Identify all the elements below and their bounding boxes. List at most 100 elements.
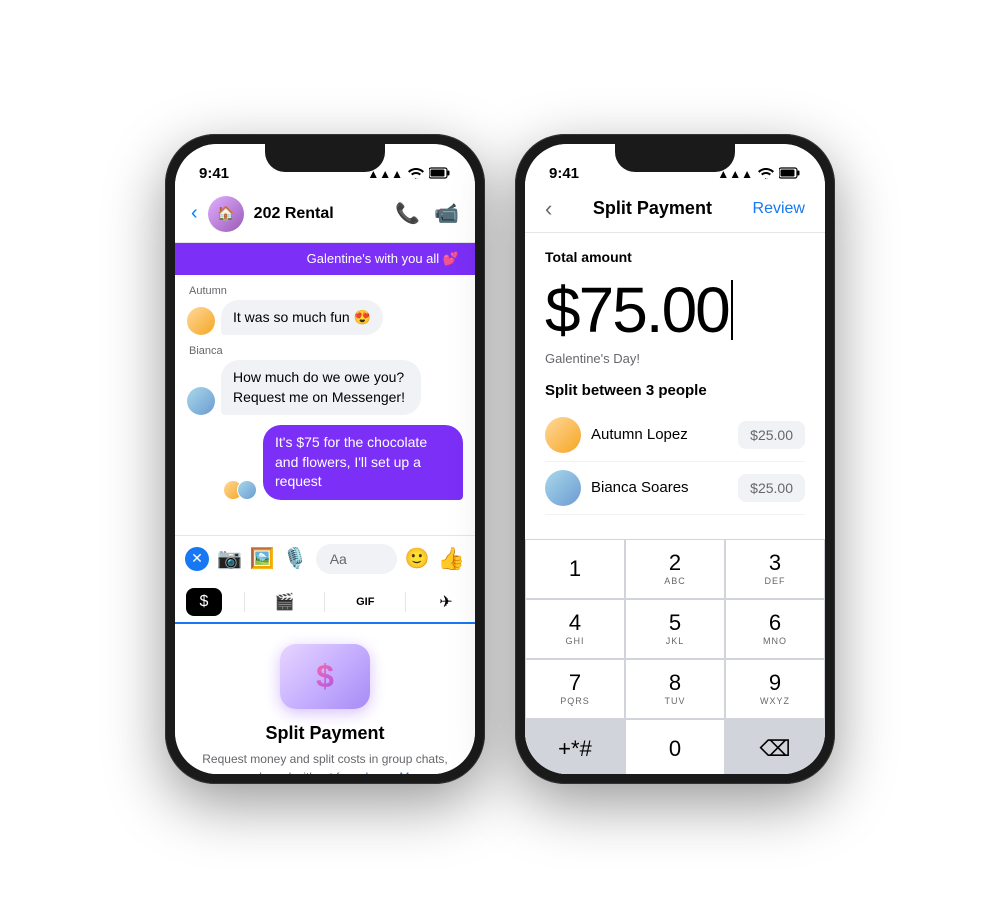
numpad-key-main: 3 <box>769 552 781 574</box>
toolbar-video-icon[interactable]: 🎬 <box>267 588 303 616</box>
bianca-sender-label: Bianca <box>189 345 463 357</box>
phone-split-payment: 9:41 ▲▲▲ ‹ Split Payment Review <box>515 134 835 784</box>
numpad-key-sub: JKL <box>666 636 685 646</box>
autumn-sender-label: Autumn <box>189 285 463 297</box>
numpad-key-main: 6 <box>769 612 781 634</box>
numpad-row: 1 2ABC3DEF <box>525 539 825 599</box>
numpad-key-3[interactable]: 3DEF <box>725 539 825 599</box>
feature-card: $ Split Payment Request money and split … <box>175 624 475 774</box>
learn-more-link[interactable]: Learn More <box>365 770 426 774</box>
bianca-avatar <box>187 387 215 415</box>
messenger-header-left: ‹ 🏠 202 Rental <box>191 196 334 232</box>
status-time-1: 9:41 <box>199 165 229 182</box>
amount-value: $75.00 <box>545 273 729 347</box>
bianca-split-avatar <box>545 470 581 506</box>
phone-messenger: 9:41 ▲▲▲ ‹ 🏠 202 Rental <box>165 134 485 784</box>
autumn-msg-group: Autumn It was so much fun 😍 <box>187 285 463 336</box>
toolbar-divider-3 <box>405 592 406 612</box>
numpad-key-main: 9 <box>769 672 781 694</box>
numpad-key-5[interactable]: 5JKL <box>625 599 725 659</box>
numpad-key-0[interactable]: 0 <box>625 719 725 774</box>
toolbar-gif-icon[interactable]: GIF <box>347 588 383 616</box>
contact-avatar: 🏠 <box>208 196 244 232</box>
notch-2 <box>615 144 735 172</box>
numpad-key-2[interactable]: 2ABC <box>625 539 725 599</box>
numpad-key-+*#[interactable]: +*# <box>525 719 625 774</box>
numpad-key-8[interactable]: 8 TUV <box>625 659 725 719</box>
status-time-2: 9:41 <box>549 165 579 182</box>
autumn-split-avatar <box>545 417 581 453</box>
bianca-split-name: Bianca Soares <box>591 479 689 496</box>
bianca-bubble: How much do we owe you? Request me on Me… <box>221 360 421 415</box>
toolbar: $ 🎬 GIF ✈ <box>175 582 475 624</box>
bianca-msg-content: How much do we owe you? Request me on Me… <box>221 360 421 415</box>
chat-area[interactable]: Autumn It was so much fun 😍 Bianca <box>175 275 475 535</box>
message-input[interactable]: Aa <box>316 544 397 574</box>
messenger-header: ‹ 🏠 202 Rental 📞 📹 <box>175 188 475 243</box>
numpad-row: 4GHI5JKL 6 MNO <box>525 599 825 659</box>
feature-desc: Request money and split costs in group c… <box>199 750 451 774</box>
numpad-key-sub: MNO <box>763 636 787 646</box>
review-button[interactable]: Review <box>753 200 805 218</box>
numpad-key-main: 1 <box>569 558 581 580</box>
autumn-avatar <box>187 307 215 335</box>
split-person-bianca: Bianca Soares $25.00 <box>545 462 805 515</box>
close-icon[interactable]: ✕ <box>185 547 209 571</box>
banner-text: Galentine's with you all 💕 <box>307 251 459 267</box>
phones-container: 9:41 ▲▲▲ ‹ 🏠 202 Rental <box>0 114 1000 804</box>
input-bar: ✕ 📷 🖼️ 🎙️ Aa 🙂 👍 <box>175 535 475 582</box>
split-between-label: Split between 3 people <box>545 382 805 399</box>
messenger-back-button[interactable]: ‹ <box>191 202 198 225</box>
read-avatars <box>223 480 257 500</box>
contact-name: 202 Rental <box>254 205 334 223</box>
numpad-key-main: 2 <box>669 552 681 574</box>
call-button[interactable]: 📞 <box>395 201 420 226</box>
split-back-button[interactable]: ‹ <box>545 196 552 222</box>
numpad-row: 7PQRS 8 TUV 9 WXYZ <box>525 659 825 719</box>
payment-subtitle: Galentine's Day! <box>545 351 805 366</box>
numpad-key-main: 7 <box>569 672 581 694</box>
wifi-icon-1 <box>408 167 424 182</box>
split-payment-title: Split Payment <box>593 198 712 219</box>
split-person-bianca-left: Bianca Soares <box>545 470 689 506</box>
total-amount-label: Total amount <box>545 249 805 265</box>
numpad-key-main: 8 <box>669 672 681 694</box>
status-icons-2: ▲▲▲ <box>717 167 801 182</box>
split-payment-header: ‹ Split Payment Review <box>525 188 825 233</box>
cursor <box>731 280 733 340</box>
total-amount-display: $75.00 <box>545 273 805 347</box>
split-payment-icon: $ <box>316 658 334 695</box>
emoji-icon[interactable]: 🙂 <box>405 546 430 571</box>
battery-icon-2 <box>779 167 801 182</box>
autumn-split-name: Autumn Lopez <box>591 426 688 443</box>
notch <box>265 144 385 172</box>
feature-title: Split Payment <box>265 723 384 744</box>
split-person-autumn-left: Autumn Lopez <box>545 417 688 453</box>
numpad-key-7[interactable]: 7PQRS <box>525 659 625 719</box>
numpad-key-9[interactable]: 9 WXYZ <box>725 659 825 719</box>
numpad-key-4[interactable]: 4GHI <box>525 599 625 659</box>
video-button[interactable]: 📹 <box>434 201 459 226</box>
outgoing-msg-row: It's $75 for the chocolate and flowers, … <box>187 425 463 500</box>
photo-icon[interactable]: 🖼️ <box>250 546 275 571</box>
split-payment-screen: 9:41 ▲▲▲ ‹ Split Payment Review <box>525 144 825 774</box>
numpad-key-sub: TUV <box>665 696 686 706</box>
numpad-key-main: 0 <box>669 738 681 760</box>
numpad: 1 2ABC3DEF 4GHI5JKL 6 MNO 7PQRS 8 TUV 9 WXYZ +*# 0 ⌫ <box>525 539 825 774</box>
feature-icon-wrap: $ <box>280 644 370 709</box>
read-avatar-bianca <box>237 480 257 500</box>
toolbar-payment-icon[interactable]: $ <box>186 588 222 616</box>
bianca-split-amount: $25.00 <box>738 474 805 502</box>
autumn-bubble: It was so much fun 😍 <box>221 300 383 336</box>
numpad-key-6[interactable]: 6 MNO <box>725 599 825 659</box>
like-icon[interactable]: 👍 <box>438 546 465 572</box>
bianca-msg-row: How much do we owe you? Request me on Me… <box>187 360 463 415</box>
mic-icon[interactable]: 🎙️ <box>283 546 308 571</box>
numpad-key-main: +*# <box>558 738 592 760</box>
toolbar-send-icon[interactable]: ✈ <box>428 588 464 616</box>
numpad-key-1[interactable]: 1 <box>525 539 625 599</box>
numpad-key-⌫[interactable]: ⌫ <box>725 719 825 774</box>
status-icons-1: ▲▲▲ <box>367 167 451 182</box>
camera-icon[interactable]: 📷 <box>217 546 242 571</box>
numpad-key-sub: WXYZ <box>760 696 790 706</box>
